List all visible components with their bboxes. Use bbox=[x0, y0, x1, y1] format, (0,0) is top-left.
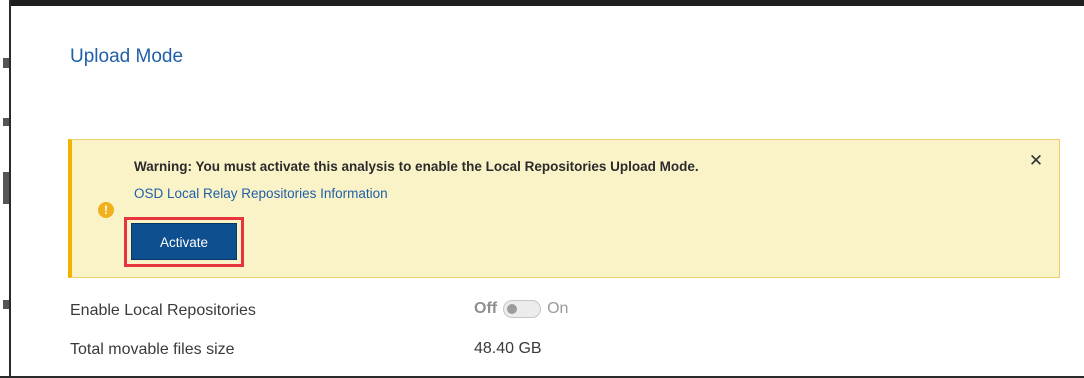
toggle-switch[interactable] bbox=[503, 300, 542, 318]
toggle-off-label: Off bbox=[474, 300, 498, 317]
toggle-knob bbox=[507, 304, 518, 314]
warning-message: Warning: You must activate this analysis… bbox=[134, 159, 699, 174]
edge-mark bbox=[3, 58, 9, 68]
edge-mark bbox=[3, 172, 9, 204]
edge-mark bbox=[3, 118, 9, 126]
enable-local-repositories-toggle: Off On bbox=[474, 299, 568, 319]
warning-banner: ! Warning: You must activate this analys… bbox=[68, 139, 1060, 278]
window-left-border bbox=[0, 0, 11, 378]
upload-mode-screen: Upload Mode ! Warning: You must activate… bbox=[0, 0, 1084, 378]
osd-info-link[interactable]: OSD Local Relay Repositories Information bbox=[134, 186, 388, 201]
close-icon[interactable]: ✕ bbox=[1027, 152, 1045, 170]
total-movable-files-size-value: 48.40 GB bbox=[474, 340, 542, 357]
window-top-border bbox=[0, 0, 1084, 6]
activate-button[interactable]: Activate bbox=[131, 223, 237, 260]
total-movable-files-size-label: Total movable files size bbox=[70, 341, 235, 358]
edge-mark bbox=[3, 300, 9, 309]
toggle-on-label: On bbox=[547, 300, 569, 317]
enable-local-repositories-label: Enable Local Repositories bbox=[70, 302, 256, 319]
warning-circle-icon: ! bbox=[98, 202, 114, 218]
page-title: Upload Mode bbox=[70, 46, 184, 67]
